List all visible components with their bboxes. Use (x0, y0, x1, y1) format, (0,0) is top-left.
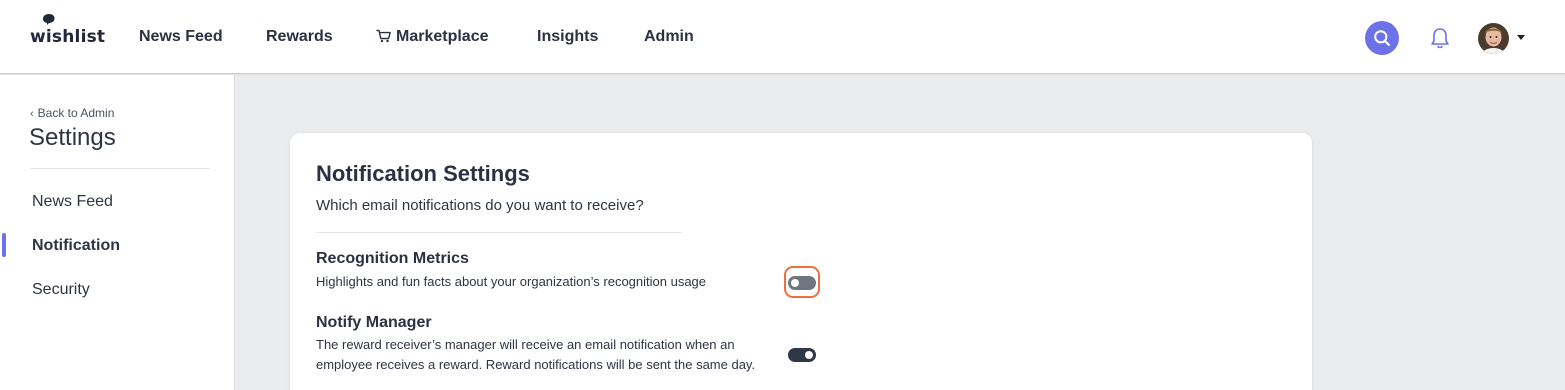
active-indicator (2, 233, 6, 257)
settings-sidebar: ‹ Back to Admin Settings News Feed Notifi… (0, 75, 235, 390)
toggle-knob (805, 351, 813, 359)
sidebar-item-news-feed[interactable]: News Feed (32, 193, 113, 211)
toggle-knob (791, 279, 799, 287)
notify-manager-toggle[interactable] (788, 348, 816, 362)
user-avatar[interactable] (1478, 23, 1509, 54)
search-button[interactable] (1365, 21, 1399, 55)
avatar-photo (1478, 23, 1509, 54)
logo-text: wishlist (30, 27, 106, 47)
nav-marketplace-label: Marketplace (396, 28, 489, 45)
bell-icon[interactable] (1429, 26, 1451, 50)
top-navigation-bar: wishlist News Feed Rewards Marketplace I… (0, 0, 1565, 74)
nav-news-feed[interactable]: News Feed (139, 28, 223, 46)
search-icon (1374, 30, 1390, 46)
recognition-metrics-toggle[interactable] (788, 276, 816, 290)
recognition-metrics-description: Highlights and fun facts about your orga… (316, 274, 707, 289)
section-subtitle: Which email notifications do you want to… (316, 197, 644, 214)
nav-rewards[interactable]: Rewards (266, 28, 333, 46)
nav-insights[interactable]: Insights (537, 28, 598, 46)
notify-manager-title: Notify Manager (316, 314, 432, 331)
nav-admin[interactable]: Admin (644, 28, 694, 46)
section-title: Notification Settings (316, 161, 530, 186)
section-divider (316, 232, 682, 233)
chevron-left-icon: ‹ (30, 108, 34, 120)
back-to-admin-link[interactable]: ‹ Back to Admin (30, 106, 114, 120)
sidebar-item-security[interactable]: Security (32, 281, 90, 299)
sidebar-divider (30, 168, 210, 169)
back-link-label: Back to Admin (37, 106, 115, 120)
logo-mark-icon (43, 14, 55, 25)
chevron-down-icon[interactable] (1517, 35, 1525, 40)
sidebar-item-notification[interactable]: Notification (32, 237, 120, 255)
page-title: Settings (29, 124, 116, 151)
notification-settings-card: Notification Settings Which email notifi… (290, 133, 1312, 390)
cart-icon (376, 29, 391, 43)
notify-manager-description: The reward receiver’s manager will recei… (316, 337, 756, 372)
nav-marketplace[interactable]: Marketplace (376, 28, 489, 46)
recognition-metrics-title: Recognition Metrics (316, 250, 469, 267)
